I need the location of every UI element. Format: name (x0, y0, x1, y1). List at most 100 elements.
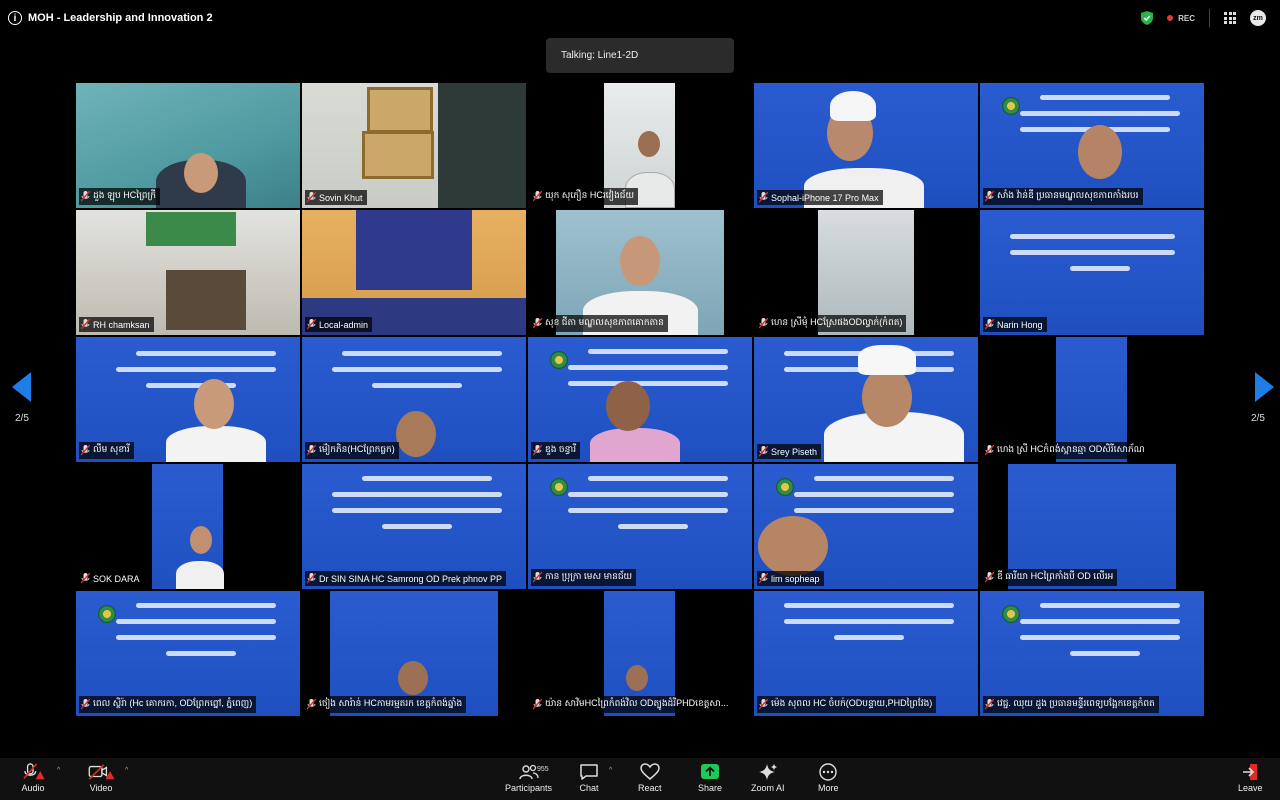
video-tile[interactable]: Sophal-iPhone 17 Pro Max (754, 83, 978, 208)
video-tile[interactable]: សុខ ជីតា មណ្ឌលសុខភាពគោកតាន (528, 210, 752, 335)
participant-name: លឹម សុខារី (79, 442, 134, 459)
video-tile[interactable]: លឹម សុខារី (76, 337, 300, 462)
muted-mic-icon (81, 319, 90, 330)
participant-name: យ៉ាន សាវិមHCព្រៃកំពង់វិល ODត្បូងដំរីPHDខ… (531, 696, 733, 713)
participant-name: ថៀង សារ៉ាន់ HCកាមរម្មតរក ខេត្តកំពង់ឆ្នាំ… (305, 696, 467, 713)
participant-name: កាន ប្រុក្រា មេស មានជ័យ (531, 569, 637, 586)
video-off-icon (88, 764, 115, 780)
title-bar: i MOH - Leadership and Innovation 2 REC … (0, 0, 1280, 36)
video-tile[interactable]: Sovin Khut (302, 83, 526, 208)
recording-indicator[interactable]: REC (1167, 14, 1195, 23)
video-tile[interactable]: Dr SIN SINA HC Samrong OD Prek phnov PP (302, 464, 526, 589)
muted-mic-icon (307, 573, 316, 584)
muted-mic-icon (307, 192, 316, 203)
muted-mic-icon (533, 572, 542, 583)
muted-mic-icon (985, 445, 994, 456)
video-tile[interactable]: ម៉ៀកភិន(HCព្រែកធ្លក) (302, 337, 526, 462)
react-button[interactable]: React (638, 763, 662, 793)
more-button[interactable]: More (818, 763, 839, 793)
more-options-icon (819, 763, 837, 781)
video-tile[interactable]: Narin Hong (980, 210, 1204, 335)
audio-options-caret-icon[interactable]: ^ (57, 767, 60, 774)
muted-mic-icon (985, 191, 994, 202)
video-tile[interactable]: យ៉ាន សាវិមHCព្រៃកំពង់វិល ODត្បូងដំរីPHDខ… (528, 591, 752, 716)
participant-name: Sophal-iPhone 17 Pro Max (757, 190, 883, 205)
participant-name: យុក សុភឿន HCរវៀងជ័យ (531, 188, 639, 205)
video-tile[interactable]: យុក សុភឿន HCរវៀងជ័យ (528, 83, 752, 208)
video-tile[interactable]: ថៀង សារ៉ាន់ HCកាមរម្មតរក ខេត្តកំពង់ឆ្នាំ… (302, 591, 526, 716)
muted-mic-icon (81, 445, 90, 456)
participant-name: ដួង ឡុប HCព្រៃក្រី (79, 188, 160, 205)
video-tile[interactable]: SOK DARA (76, 464, 300, 589)
muted-mic-icon (985, 699, 994, 710)
chat-options-caret-icon[interactable]: ^ (609, 767, 612, 774)
participant-name: RH chamksan (79, 317, 154, 332)
video-tile[interactable]: វេជ្ជ. ឈុយ ដួង ប្រធានមន្ទីរពេទ្យបង្អែកខេ… (980, 591, 1204, 716)
video-tile[interactable]: ហេង ស្រី HCកំពង់ស្ពានឆ្មា ODសិរីសោភ័ណ (980, 337, 1204, 462)
participant-name: Srey Piseth (757, 444, 822, 459)
previous-page-arrow-icon[interactable] (12, 372, 31, 402)
sparkle-icon (758, 764, 777, 780)
muted-mic-icon (533, 318, 542, 329)
participant-count: 955 (537, 766, 549, 773)
next-page-arrow-icon[interactable] (1255, 372, 1274, 402)
participant-name: ហេន ស្រីមុំ HCស្រែផងODល្វាក់(កំពត) (757, 315, 907, 332)
participant-name: ឌួង ចន្ធារី (531, 442, 581, 459)
video-tile[interactable]: ឌី ធារីយា HCព្រៃកាំងបី OD លើរអ (980, 464, 1204, 589)
video-tile[interactable]: សាំង វ៉ាន់ឌី ប្រធានមណ្ឌលសុខភាពកាំងរបរ (980, 83, 1204, 208)
participant-name: Sovin Khut (305, 190, 367, 205)
heart-icon (639, 763, 660, 780)
video-tile[interactable]: ឌួង ចន្ធារី (528, 337, 752, 462)
talking-indicator: Talking: Line1-2D (546, 38, 734, 73)
recording-label: REC (1178, 13, 1195, 23)
muted-mic-icon (759, 446, 768, 457)
participant-name: សុខ ជីតា មណ្ឌលសុខភាពគោកតាន (531, 315, 668, 332)
video-button[interactable]: Video (86, 763, 116, 793)
muted-mic-icon (23, 763, 45, 780)
page-indicator-left: 2/5 (15, 413, 29, 424)
zoom-logo-icon[interactable]: zm (1250, 10, 1266, 26)
video-tile[interactable]: ម៉េង សុពល HC ចំបក់(ODបន្ទាយ,PHDព្រៃវែង) (754, 591, 978, 716)
muted-mic-icon (985, 572, 994, 583)
participant-name: SOK DARA (79, 571, 144, 586)
video-tile[interactable]: Local-admin (302, 210, 526, 335)
participant-name: ហេង ស្រី HCកំពង់ស្ពានឆ្មា ODសិរីសោភ័ណ (983, 442, 1149, 459)
muted-mic-icon (307, 319, 316, 330)
info-icon[interactable]: i (8, 11, 22, 25)
record-dot-icon (1167, 15, 1174, 21)
shield-check-icon[interactable] (1141, 11, 1154, 25)
apps-grid-icon[interactable] (1224, 12, 1236, 24)
zoom-ai-button[interactable]: Zoom AI (751, 763, 785, 793)
muted-mic-icon (759, 318, 768, 329)
muted-mic-icon (307, 445, 316, 456)
chat-icon (580, 764, 598, 780)
video-options-caret-icon[interactable]: ^ (125, 767, 128, 774)
muted-mic-icon (759, 573, 768, 584)
chat-button[interactable]: Chat (579, 763, 599, 793)
meeting-title: MOH - Leadership and Innovation 2 (28, 12, 213, 24)
muted-mic-icon (81, 699, 90, 710)
participant-name: ម៉ៀកភិន(HCព្រែកធ្លក) (305, 442, 399, 459)
video-tile[interactable]: ពេល ស្ថិរ៉ា (Hc គោករកា, ODព្រែកព្នៅ, ភ្ន… (76, 591, 300, 716)
video-tile[interactable]: RH chamksan (76, 210, 300, 335)
participant-name: ម៉េង សុពល HC ចំបក់(ODបន្ទាយ,PHDព្រៃវែង) (757, 696, 937, 713)
divider (1209, 9, 1210, 27)
muted-mic-icon (985, 319, 994, 330)
muted-mic-icon (533, 191, 542, 202)
share-button[interactable]: Share (698, 763, 722, 793)
audio-button[interactable]: Audio (20, 763, 46, 793)
video-tile[interactable]: ដួង ឡុប HCព្រៃក្រី (76, 83, 300, 208)
muted-mic-icon (533, 445, 542, 456)
video-tile[interactable]: lim sopheap (754, 464, 978, 589)
video-tile[interactable]: Srey Piseth (754, 337, 978, 462)
leave-button[interactable]: Leave (1238, 763, 1263, 793)
participant-name: សាំង វ៉ាន់ឌី ប្រធានមណ្ឌលសុខភាពកាំងរបរ (983, 188, 1143, 205)
meeting-toolbar: Audio ^ Video ^ Participants 955 Chat ^ (0, 758, 1280, 800)
video-tile[interactable]: កាន ប្រុក្រា មេស មានជ័យ (528, 464, 752, 589)
muted-mic-icon (533, 699, 542, 710)
video-tile[interactable]: ហេន ស្រីមុំ HCស្រែផងODល្វាក់(កំពត) (754, 210, 978, 335)
muted-mic-icon (759, 192, 768, 203)
muted-mic-icon (81, 573, 90, 584)
exit-door-icon (1243, 764, 1258, 780)
participant-name: Local-admin (305, 317, 373, 332)
